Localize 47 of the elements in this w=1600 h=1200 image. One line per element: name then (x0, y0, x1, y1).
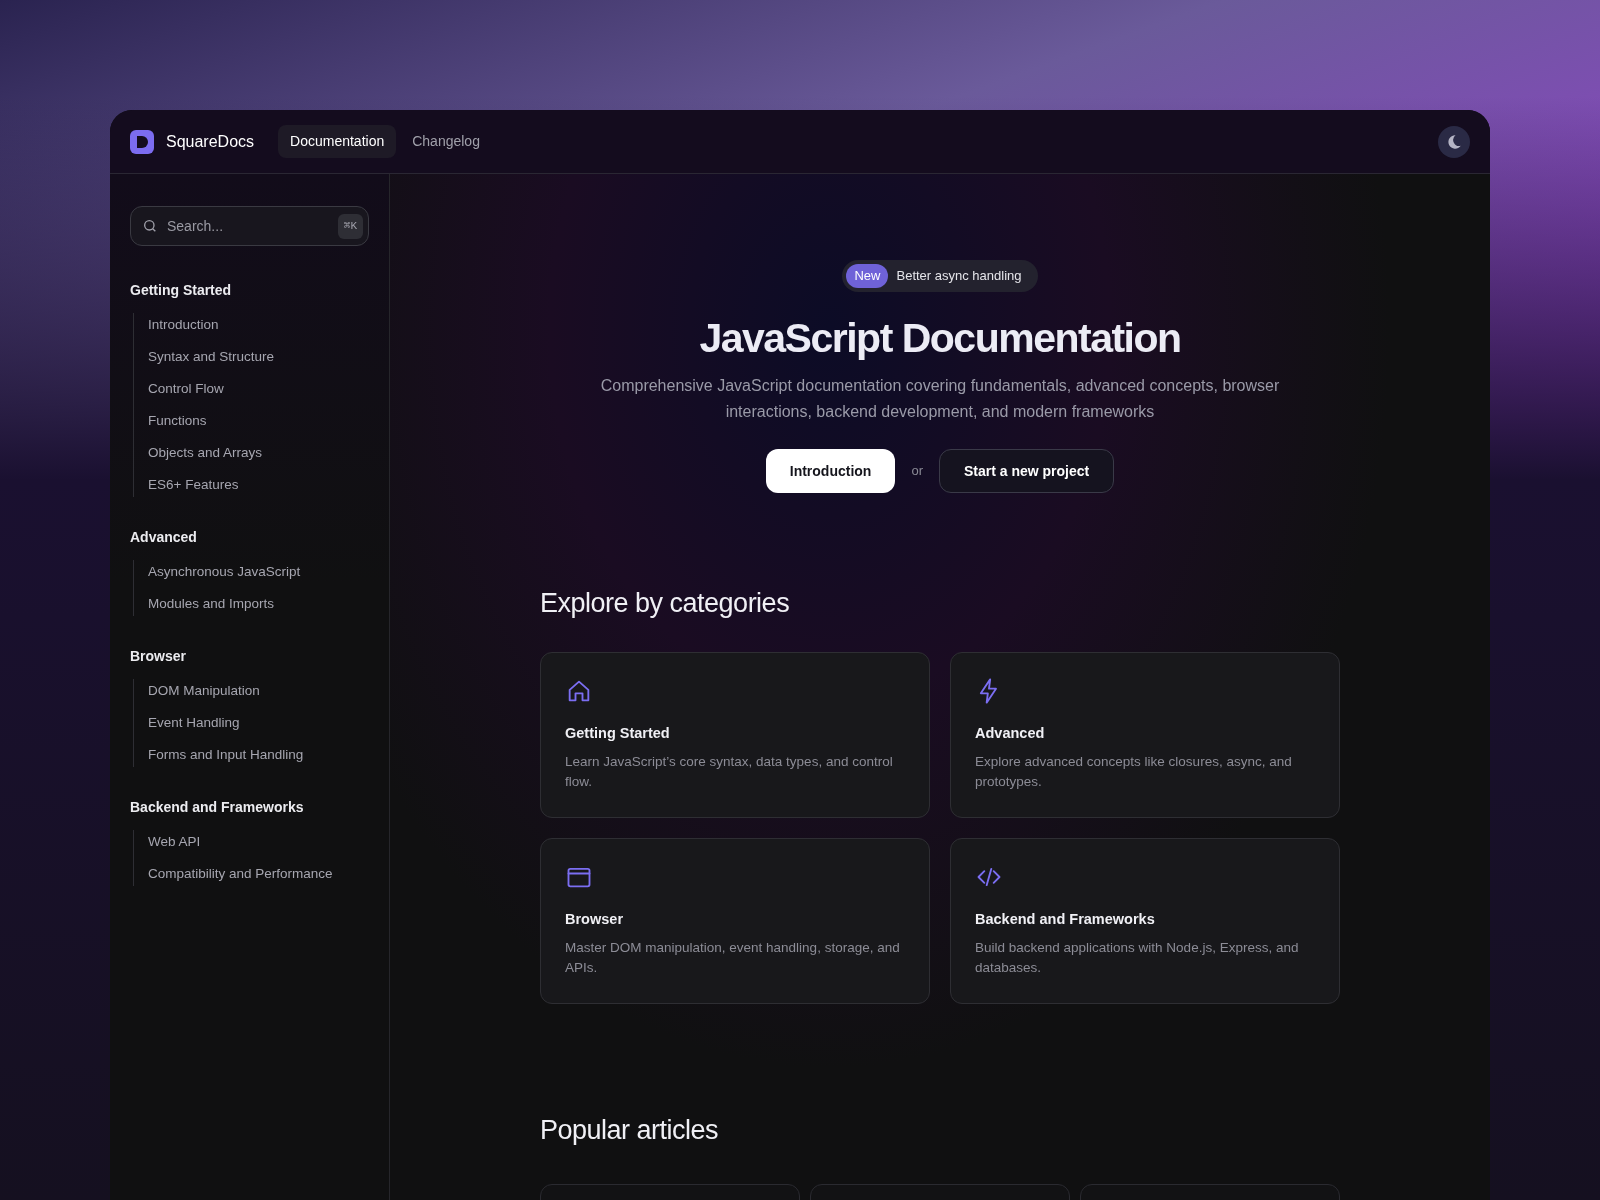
logo-icon (130, 129, 154, 154)
nav-tab[interactable]: Documentation (278, 125, 397, 158)
sidebar-item[interactable]: ES6+ Features (148, 475, 369, 495)
theme-toggle-button[interactable] (1438, 125, 1470, 158)
brand-name: SquareDocs (166, 131, 255, 152)
section-heading: Explore by categories (540, 587, 791, 620)
sidebar-item[interactable]: Event Handling (148, 713, 369, 733)
sidebar-group-title: Advanced (130, 528, 198, 547)
sidebar-item[interactable]: DOM Manipulation (148, 681, 369, 701)
sidebar-group-title: Backend and Frameworks (130, 798, 305, 817)
category-card[interactable]: Advanced Explore advanced concepts like closures, async, and prototypes. (950, 651, 1340, 818)
introduction-button[interactable]: Introduction (765, 449, 896, 493)
search-icon (142, 218, 158, 234)
separator-text: or (910, 462, 924, 481)
sidebar-group-title: Browser (130, 647, 188, 666)
sidebar-item[interactable]: Modules and Imports (148, 594, 369, 614)
sidebar-item[interactable]: Control Flow (148, 379, 369, 399)
card-title: Backend and Frameworks (975, 909, 1156, 929)
new-project-button[interactable]: Start a new project (938, 449, 1115, 493)
section-heading: Popular articles (540, 1113, 720, 1147)
page-subtitle: Comprehensive JavaScript documentation covering fundamentals, advanced concepts, browser interactions, backend development, and modern frameworks (599, 376, 1281, 422)
announcement-pill[interactable]: New Better async handling (842, 260, 1038, 292)
category-card[interactable]: Backend and Frameworks Build backend applications with Node.js, Express, and databases. (950, 837, 1340, 1004)
announcement-text: Better async handling (896, 267, 1022, 285)
category-card[interactable]: Getting Started Learn JavaScript’s core syntax, data types, and control flow. (540, 651, 930, 818)
category-card[interactable]: Browser Master DOM manipulation, event handling, storage, and APIs. (540, 837, 930, 1004)
moon-icon (1445, 132, 1463, 151)
new-badge: New (846, 264, 889, 288)
nav-tab[interactable]: Changelog (400, 125, 492, 158)
card-description: Master DOM manipulation, event handling, storage, and APIs. (565, 939, 901, 978)
sidebar-item[interactable]: Introduction (148, 315, 369, 335)
sidebar-item[interactable]: Functions (148, 411, 369, 431)
sidebar-item[interactable]: Syntax and Structure (148, 347, 369, 367)
card-title: Advanced (975, 723, 1046, 743)
card-title: Browser (565, 909, 625, 929)
page-title: JavaScript Documentation (698, 313, 1182, 363)
card-description: Build backend applications with Node.js, Express, and databases. (975, 939, 1300, 978)
sidebar-item[interactable]: Web API (148, 832, 369, 852)
card-description: Learn JavaScript’s core syntax, data types, and control flow. (565, 753, 894, 792)
card-title: Getting Started (565, 723, 671, 743)
sidebar-item[interactable]: Objects and Arrays (148, 443, 369, 463)
shortcut-key: ⌘K (337, 214, 363, 239)
sidebar-item[interactable]: Forms and Input Handling (148, 745, 369, 765)
sidebar-item[interactable]: Compatibility and Performance (148, 864, 369, 884)
sidebar-item[interactable]: Asynchronous JavaScript (148, 562, 369, 582)
sidebar-group-title: Getting Started (130, 281, 233, 300)
card-description: Explore advanced concepts like closures, async, and prototypes. (975, 753, 1293, 792)
